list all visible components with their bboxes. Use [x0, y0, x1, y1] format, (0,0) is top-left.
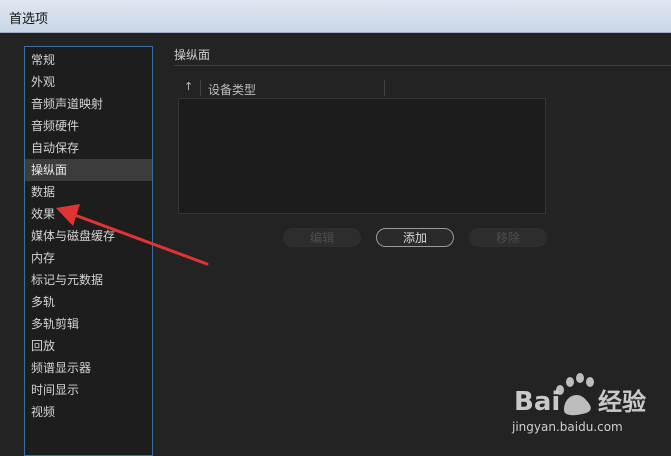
baidu-jingyan-watermark: Bai 经验 jingyan.baidu.com: [512, 372, 662, 442]
svg-text:Bai: Bai: [514, 387, 560, 417]
svg-text:经验: 经验: [598, 388, 646, 416]
watermark-url: jingyan.baidu.com: [512, 420, 623, 434]
baidu-logo: Bai 经验: [514, 373, 646, 417]
